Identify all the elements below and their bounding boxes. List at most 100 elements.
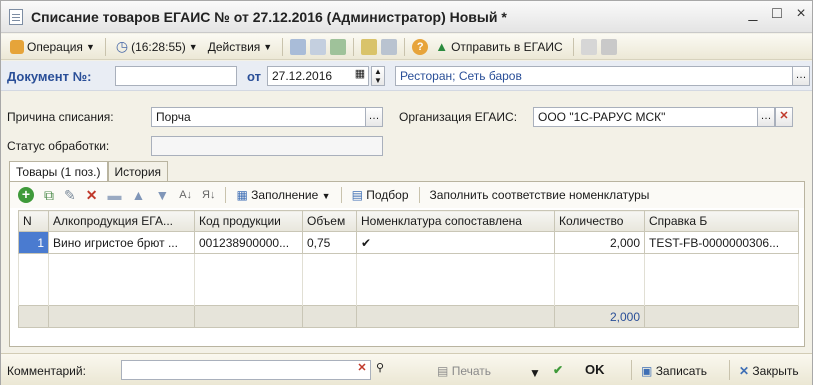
operation-icon bbox=[10, 39, 24, 54]
select-organization-button[interactable]: … bbox=[792, 66, 810, 86]
save-label: Записать bbox=[655, 364, 707, 378]
grid-toolbar: + ⧉ ✎ ✕ ▬ ▲ ▼ A↓ Я↓ ▦ Заполнение ▼ ▤ Под… bbox=[10, 182, 804, 208]
ok-button[interactable]: OK bbox=[585, 362, 605, 377]
add-row-icon[interactable]: + bbox=[18, 187, 34, 203]
save-row-icon[interactable]: ▬ bbox=[107, 187, 121, 203]
date-from-label: от bbox=[247, 69, 261, 84]
select-egais-org-button[interactable]: … bbox=[757, 107, 775, 127]
separator bbox=[225, 187, 227, 203]
separator bbox=[418, 187, 420, 203]
structure-icon[interactable] bbox=[361, 38, 378, 55]
clock-icon: ◷ bbox=[115, 38, 129, 54]
sort-desc-icon[interactable]: Я↓ bbox=[202, 189, 215, 201]
fill-menu[interactable]: ▦ Заполнение ▼ bbox=[236, 188, 330, 202]
document-window: Списание товаров ЕГАИС № от 27.12.2016 (… bbox=[0, 0, 813, 385]
send-egais-label: Отправить в ЕГАИС bbox=[451, 39, 563, 54]
operation-label: Операция bbox=[27, 39, 83, 54]
comment-label: Комментарий: bbox=[7, 364, 86, 378]
window-controls: _ □ × bbox=[746, 5, 808, 23]
product-cell[interactable]: Вино игристое брют ... bbox=[48, 231, 195, 254]
separator bbox=[572, 37, 574, 56]
tab-goods[interactable]: Товары (1 поз.) bbox=[9, 161, 108, 181]
match-nomenclature-button[interactable]: Заполнить соответствие номенклатуры bbox=[430, 188, 650, 202]
reference-b-cell[interactable]: TEST-FB-0000000306... bbox=[644, 231, 799, 254]
clear-comment-icon[interactable]: ✕ bbox=[353, 360, 371, 380]
send-arrow-icon: ▲ bbox=[435, 39, 449, 54]
tab-history[interactable]: История bbox=[107, 161, 169, 181]
column-header[interactable]: N bbox=[18, 210, 49, 232]
refresh-icon[interactable] bbox=[330, 38, 347, 55]
chevron-down-icon[interactable]: ▼ bbox=[529, 366, 541, 380]
move-down-icon[interactable]: ▼ bbox=[155, 187, 169, 203]
code-cell[interactable]: 001238900000... bbox=[194, 231, 303, 254]
egais-org-field[interactable]: ООО "1С-РАРУС МСК" bbox=[533, 107, 789, 127]
delete-row-icon[interactable]: ✕ bbox=[86, 187, 98, 204]
actions-label: Действия bbox=[207, 39, 261, 54]
separator bbox=[631, 360, 632, 380]
document-number-field[interactable] bbox=[115, 66, 237, 86]
empty-area bbox=[18, 253, 799, 306]
date-spin-icon[interactable]: ▲ ▼ bbox=[371, 66, 385, 86]
floppy-icon: ▣ bbox=[641, 364, 653, 378]
column-header[interactable]: Объем bbox=[302, 210, 357, 232]
copy-row-icon[interactable]: ⧉ bbox=[44, 187, 54, 204]
table-row[interactable]: 1 Вино игристое брют ... 001238900000...… bbox=[18, 231, 799, 254]
reason-field[interactable]: Порча bbox=[151, 107, 383, 127]
total-quantity: 2,000 bbox=[554, 305, 645, 328]
calendar-icon[interactable]: ▦ bbox=[351, 66, 369, 86]
chevron-down-icon: ▼ bbox=[188, 41, 198, 52]
column-header[interactable]: Код продукции bbox=[194, 210, 303, 232]
select-icon: ▤ bbox=[351, 188, 363, 202]
search-icon[interactable]: ⚲ bbox=[371, 360, 389, 380]
goods-table: N Алкопродукция ЕГА... Код продукции Объ… bbox=[18, 210, 799, 328]
comment-field[interactable] bbox=[121, 360, 371, 380]
chevron-down-icon: ▼ bbox=[263, 41, 273, 52]
clear-egais-org-icon[interactable]: ✕ bbox=[775, 107, 793, 127]
separator bbox=[353, 37, 355, 56]
volume-cell[interactable]: 0,75 bbox=[302, 231, 357, 254]
close-window-button[interactable]: × bbox=[794, 5, 808, 23]
organization-field[interactable]: Ресторан; Сеть баров bbox=[395, 66, 809, 86]
table-header-row: N Алкопродукция ЕГА... Код продукции Объ… bbox=[18, 210, 799, 232]
actions-menu[interactable]: Действия ▼ bbox=[205, 37, 276, 57]
edit-row-icon[interactable]: ✎ bbox=[64, 187, 76, 204]
print-label: Печать bbox=[451, 364, 491, 378]
move-up-icon[interactable]: ▲ bbox=[131, 187, 145, 203]
list-icon[interactable] bbox=[600, 38, 617, 55]
save-button[interactable]: ▣ Записать bbox=[641, 364, 707, 378]
row-number-cell[interactable]: 1 bbox=[18, 231, 49, 254]
send-egais-button[interactable]: ▲ Отправить в ЕГАИС bbox=[432, 37, 565, 57]
bottom-bar: Комментарий: ✕ ⚲ ▤ Печать ▼ ✔ OK ▣ Запис… bbox=[1, 353, 812, 385]
print-menu[interactable]: ▤ Печать bbox=[437, 364, 491, 378]
operation-menu[interactable]: Операция ▼ bbox=[7, 37, 98, 57]
minimize-button[interactable]: _ bbox=[746, 5, 760, 23]
close-button[interactable]: ✕ Закрыть bbox=[739, 364, 799, 378]
columns-icon[interactable] bbox=[580, 38, 597, 55]
command-toolbar: Операция ▼ ◷ (16:28:55) ▼ Действия ▼ ? ▲… bbox=[1, 34, 812, 60]
column-header[interactable]: Справка Б bbox=[644, 210, 799, 232]
help-icon[interactable]: ? bbox=[412, 38, 429, 55]
egais-org-label: Организация ЕГАИС: bbox=[399, 110, 518, 124]
reason-label: Причина списания: bbox=[7, 110, 114, 124]
title-bar: Списание товаров ЕГАИС № от 27.12.2016 (… bbox=[1, 1, 812, 33]
maximize-button[interactable]: □ bbox=[770, 5, 784, 23]
post-icon[interactable] bbox=[290, 38, 307, 55]
quantity-cell[interactable]: 2,000 bbox=[554, 231, 645, 254]
matched-cell[interactable]: ✔ bbox=[356, 231, 555, 254]
close-icon: ✕ bbox=[739, 364, 750, 378]
column-header[interactable]: Номенклатура сопоставлена bbox=[356, 210, 555, 232]
print-form-icon[interactable] bbox=[381, 38, 398, 55]
sort-asc-icon[interactable]: A↓ bbox=[179, 189, 192, 201]
select-button[interactable]: ▤ Подбор bbox=[352, 188, 409, 202]
unpost-icon[interactable] bbox=[310, 38, 327, 55]
window-title: Списание товаров ЕГАИС № от 27.12.2016 (… bbox=[31, 8, 507, 25]
time-menu[interactable]: ◷ (16:28:55) ▼ bbox=[113, 37, 201, 57]
column-header[interactable]: Количество bbox=[554, 210, 645, 232]
time-label: (16:28:55) bbox=[131, 39, 186, 54]
separator bbox=[404, 37, 406, 56]
ok-check-icon: ✔ bbox=[553, 363, 564, 377]
column-header[interactable]: Алкопродукция ЕГА... bbox=[48, 210, 195, 232]
status-label: Статус обработки: bbox=[7, 139, 110, 153]
tab-bar: Товары (1 поз.) История bbox=[9, 161, 169, 181]
select-reason-button[interactable]: … bbox=[365, 107, 383, 127]
